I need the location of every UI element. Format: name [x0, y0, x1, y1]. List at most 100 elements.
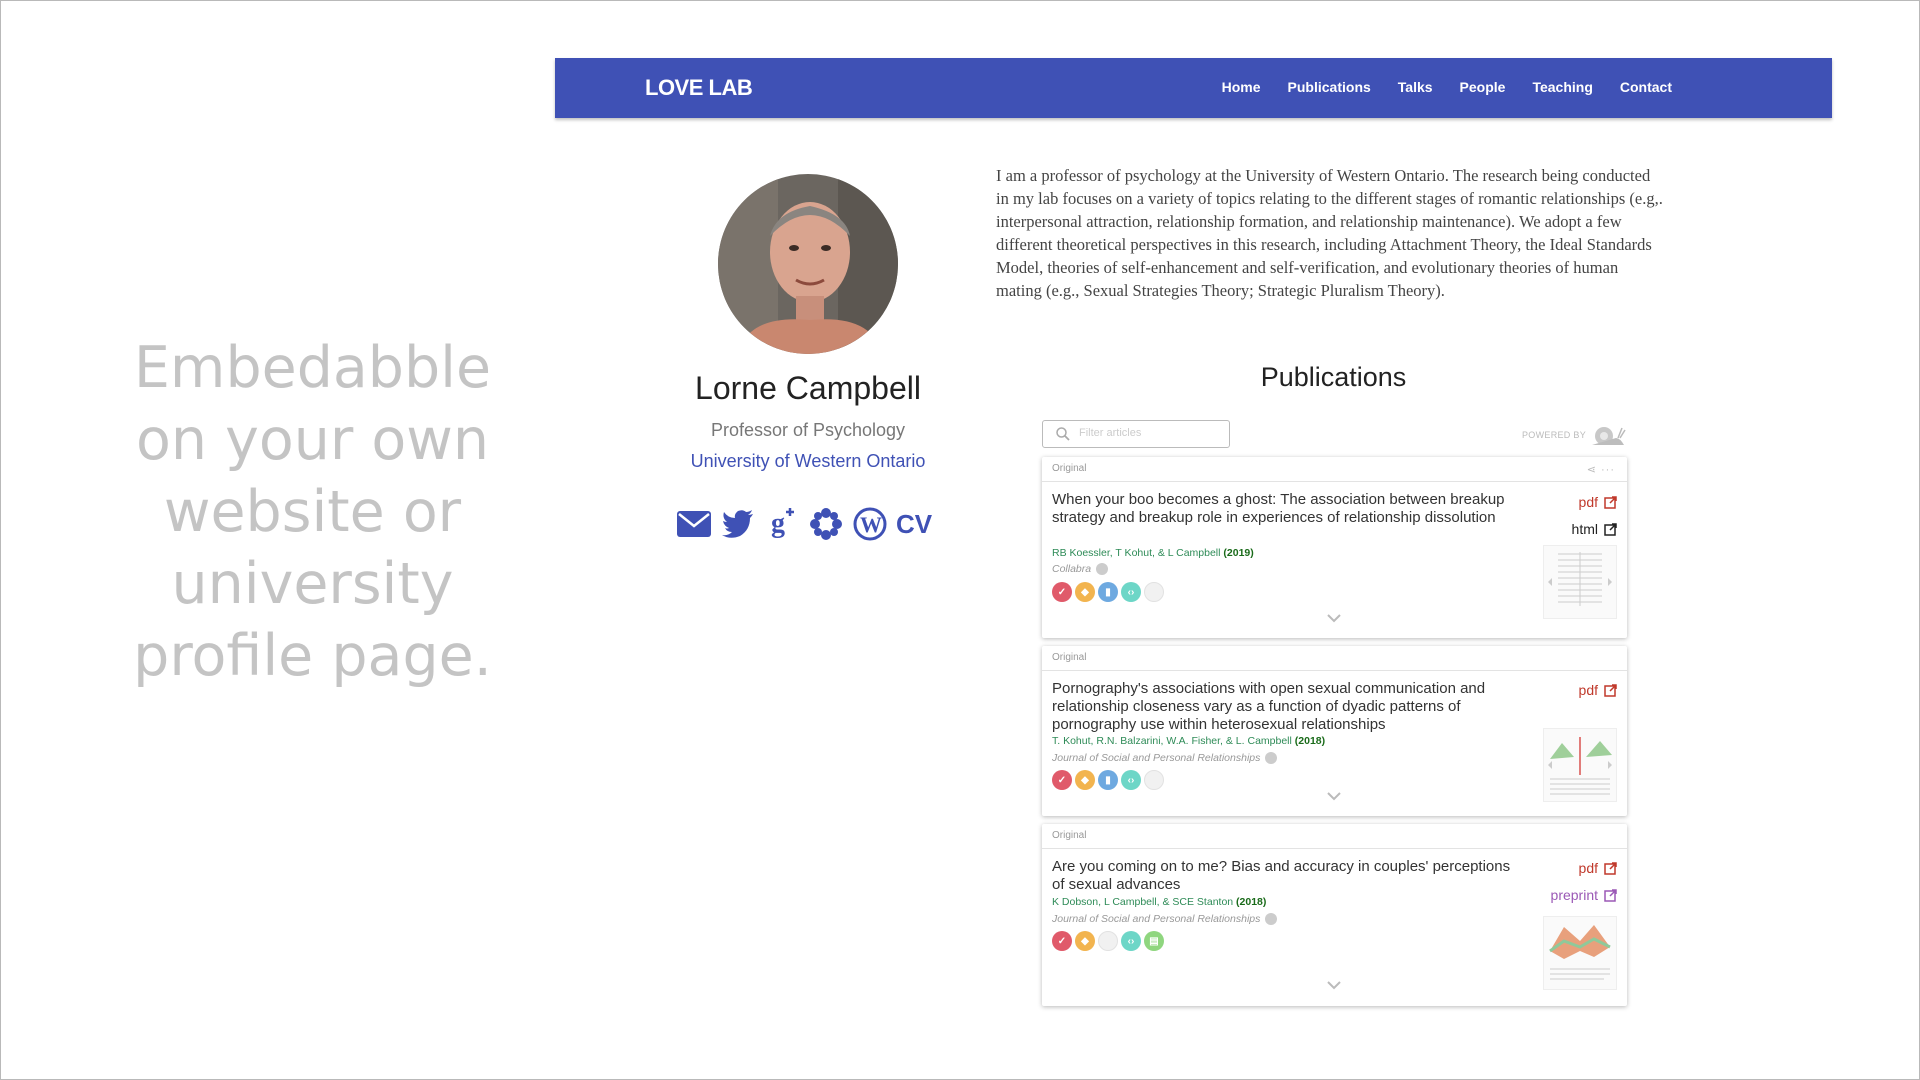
publication-journal: Collabra	[1052, 563, 1109, 576]
data-badge-icon[interactable]	[1098, 931, 1118, 951]
publication-authors: T. Kohut, R.N. Balzarini, W.A. Fisher, &…	[1052, 735, 1325, 747]
article-thumbnail[interactable]	[1543, 728, 1617, 802]
external-link-icon	[1604, 861, 1617, 875]
check-badge-icon[interactable]: ✓	[1052, 582, 1072, 602]
envelope-icon[interactable]	[676, 506, 712, 542]
nav-links: Home Publications Talks People Teaching …	[1222, 79, 1672, 95]
bio-text: I am a professor of psychology at the Un…	[996, 166, 1663, 300]
html-label: html	[1571, 521, 1598, 537]
svg-text:W: W	[860, 512, 882, 537]
publication-card[interactable]: Original Are you coming on to me? Bias a…	[1042, 824, 1627, 1006]
nav-publications[interactable]: Publications	[1288, 79, 1371, 95]
preprint-label: preprint	[1550, 887, 1598, 903]
nav-talks[interactable]: Talks	[1398, 79, 1433, 95]
osf-icon[interactable]	[808, 506, 844, 542]
publication-type-label: Original	[1052, 652, 1087, 663]
search-icon	[1056, 427, 1070, 446]
social-icons: g W CV	[676, 506, 932, 542]
authors-text: K Dobson, L Campbell, & SCE Stanton	[1052, 896, 1234, 908]
publication-type-label: Original	[1052, 463, 1087, 474]
nav-contact[interactable]: Contact	[1620, 79, 1672, 95]
code-badge-icon[interactable]: ‹›	[1121, 770, 1141, 790]
publication-card[interactable]: Original ⋖ ··· When your boo becomes a g…	[1042, 457, 1627, 638]
pdf-link[interactable]: pdf	[1579, 494, 1617, 510]
open-access-icon	[1265, 752, 1278, 765]
authors-text: RB Koessler, T Kohut, & L Campbell	[1052, 547, 1221, 559]
tagline-line: university	[171, 551, 454, 617]
publication-year: (2019)	[1223, 547, 1254, 559]
tagline-line: on your own	[135, 407, 490, 473]
powered-by-label: POWERED BY	[1522, 430, 1587, 440]
check-badge-icon[interactable]: ✓	[1052, 770, 1072, 790]
external-link-icon	[1604, 522, 1617, 536]
cv-link[interactable]: CV	[896, 506, 932, 542]
external-link-icon	[1604, 683, 1617, 697]
publication-card[interactable]: Original Pornography's associations with…	[1042, 646, 1627, 816]
check-badge-icon[interactable]: ✓	[1052, 931, 1072, 951]
code-badge-icon[interactable]: ‹›	[1121, 931, 1141, 951]
profile-university[interactable]: University of Western Ontario	[600, 451, 1016, 472]
expand-chevron-icon[interactable]	[1326, 791, 1342, 801]
tagline-line: Embedabble	[133, 335, 492, 401]
data-badge-icon[interactable]: ▮	[1098, 582, 1118, 602]
publication-authors: K Dobson, L Campbell, & SCE Stanton (201…	[1052, 896, 1266, 908]
materials-badge-icon[interactable]: ◆	[1075, 770, 1095, 790]
share-icon[interactable]: ⋖ ···	[1587, 463, 1615, 476]
pdf-label: pdf	[1578, 682, 1598, 698]
journal-name: Journal of Social and Personal Relations…	[1052, 752, 1261, 764]
google-scholar-icon[interactable]: g	[764, 506, 800, 542]
pdf-link[interactable]: pdf	[1579, 860, 1617, 876]
authors-text: T. Kohut, R.N. Balzarini, W.A. Fisher, &…	[1052, 735, 1292, 747]
divider	[1042, 481, 1627, 482]
badge-row: ✓ ◆ ▮ ‹›	[1052, 582, 1164, 602]
publication-authors: RB Koessler, T Kohut, & L Campbell (2019…	[1052, 547, 1254, 559]
filter-placeholder: Filter articles	[1079, 427, 1142, 439]
materials-badge-icon[interactable]: ◆	[1075, 582, 1095, 602]
preprint-link[interactable]: preprint	[1551, 887, 1617, 903]
nav-teaching[interactable]: Teaching	[1532, 79, 1592, 95]
profile-avatar	[718, 174, 898, 354]
publication-title[interactable]: When your boo becomes a ghost: The assoc…	[1052, 491, 1522, 527]
html-link[interactable]: html	[1572, 521, 1617, 537]
site-brand[interactable]: LOVE LAB	[645, 75, 753, 101]
expand-chevron-icon[interactable]	[1326, 613, 1342, 623]
twitter-icon[interactable]	[720, 506, 756, 542]
badge-row: ✓ ◆ ‹› ▤	[1052, 931, 1164, 951]
nav-home[interactable]: Home	[1222, 79, 1261, 95]
materials-badge-icon[interactable]: ◆	[1075, 931, 1095, 951]
publication-title[interactable]: Pornography's associations with open sex…	[1052, 680, 1522, 734]
publication-journal: Journal of Social and Personal Relations…	[1052, 913, 1278, 926]
journal-name: Journal of Social and Personal Relations…	[1052, 913, 1261, 925]
preregistration-badge-icon[interactable]	[1144, 770, 1164, 790]
publication-type-label: Original	[1052, 830, 1087, 841]
pdf-link[interactable]: pdf	[1579, 682, 1617, 698]
expand-chevron-icon[interactable]	[1326, 980, 1342, 990]
divider	[1042, 848, 1627, 849]
profile-role: Professor of Psychology	[710, 420, 906, 440]
article-thumbnail[interactable]	[1543, 916, 1617, 990]
preregistration-badge-icon[interactable]: ▤	[1144, 931, 1164, 951]
snail-logo-icon	[1592, 427, 1626, 445]
data-badge-icon[interactable]: ▮	[1098, 770, 1118, 790]
publications-heading: Publications	[1260, 362, 1407, 392]
preregistration-badge-icon[interactable]	[1144, 582, 1164, 602]
tagline: Embedabble on your own website or univer…	[70, 332, 555, 692]
pdf-label: pdf	[1578, 860, 1598, 876]
publication-year: (2018)	[1236, 896, 1267, 908]
pdf-label: pdf	[1578, 494, 1598, 510]
badge-row: ✓ ◆ ▮ ‹›	[1052, 770, 1164, 790]
nav-people[interactable]: People	[1460, 79, 1506, 95]
article-thumbnail[interactable]	[1543, 545, 1617, 619]
svg-text:g: g	[771, 508, 785, 539]
publication-year: (2018)	[1294, 735, 1326, 747]
navbar: LOVE LAB Home Publications Talks People …	[555, 58, 1832, 118]
publication-title[interactable]: Are you coming on to me? Bias and accura…	[1052, 858, 1522, 894]
code-badge-icon[interactable]: ‹›	[1121, 582, 1141, 602]
powered-by[interactable]: POWERED BY	[1522, 424, 1626, 446]
open-access-icon	[1265, 913, 1278, 926]
open-access-icon	[1096, 563, 1109, 576]
wordpress-icon[interactable]: W	[852, 506, 888, 542]
journal-name: Collabra	[1052, 563, 1092, 575]
tagline-line: profile page.	[133, 623, 492, 689]
filter-articles-input[interactable]: Filter articles	[1042, 420, 1230, 448]
